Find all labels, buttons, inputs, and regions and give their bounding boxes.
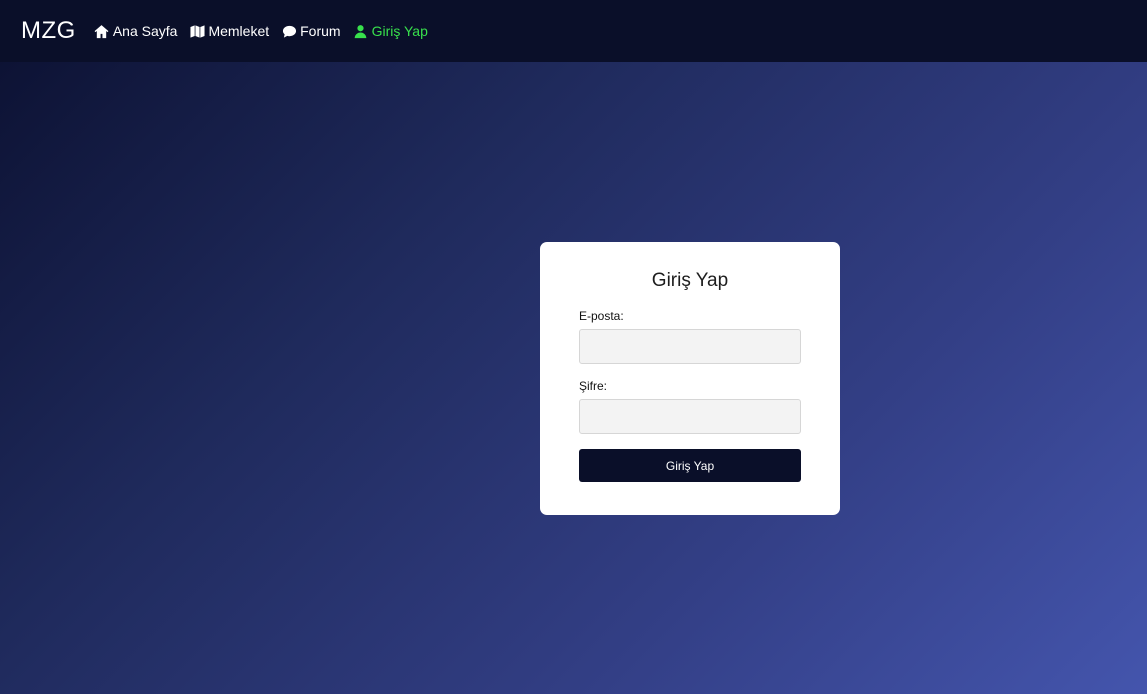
nav-item-forum[interactable]: Forum: [281, 23, 341, 39]
comment-icon: [281, 23, 297, 39]
password-label: Şifre:: [579, 379, 608, 393]
password-field[interactable]: [579, 399, 801, 434]
user-icon: [353, 23, 369, 39]
login-title: Giriş Yap: [651, 270, 729, 291]
top-navbar: MZG Ana Sayfa Memleket Forum Giriş Yap: [0, 0, 1147, 62]
nav-item-label: Forum: [300, 23, 341, 39]
email-field[interactable]: [579, 329, 801, 364]
nav-item-ana-sayfa[interactable]: Ana Sayfa: [94, 23, 178, 39]
nav-item-label: Giriş Yap: [371, 23, 428, 39]
nav-item-label: Memleket: [208, 23, 270, 39]
map-icon: [189, 23, 205, 39]
nav-item-label: Ana Sayfa: [112, 23, 178, 39]
brand-logo[interactable]: MZG: [21, 17, 76, 45]
login-card: Giriş Yap E-posta: Şifre: Giriş Yap: [540, 242, 840, 515]
login-submit-button[interactable]: Giriş Yap: [579, 449, 801, 482]
nav-item-giris-yap[interactable]: Giriş Yap: [353, 23, 428, 39]
home-icon: [94, 23, 110, 39]
nav-item-memleket[interactable]: Memleket: [189, 23, 269, 39]
email-label: E-posta:: [579, 309, 624, 323]
